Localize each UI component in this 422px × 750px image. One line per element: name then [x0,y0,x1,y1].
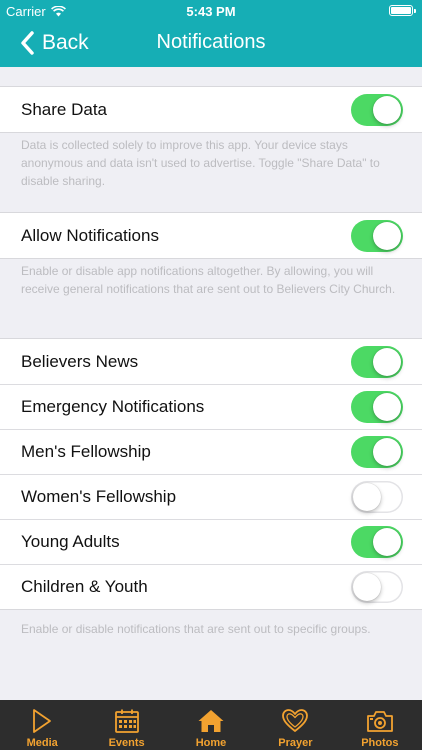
young-adults-toggle[interactable] [351,526,403,558]
play-icon [33,709,52,733]
allow-notifications-group: Allow Notifications [0,212,422,259]
tab-photos[interactable]: Photos [338,700,422,750]
group-label: Emergency Notifications [21,396,205,416]
group-row-womens-fellowship: Women's Fellowship [0,474,422,519]
allow-notifications-toggle[interactable] [351,220,403,252]
battery-icon [389,5,416,16]
camera-icon [366,711,393,732]
tab-label: Events [108,737,145,749]
group-row-children-youth: Children & Youth [0,564,422,609]
share-data-toggle[interactable] [351,94,403,126]
believers-news-toggle[interactable] [351,346,403,378]
tab-home[interactable]: Home [169,700,253,750]
group-row-believers-news: Believers News [0,339,422,384]
tab-label: Media [26,737,58,749]
group-notifications-list: Believers News Emergency Notifications M… [0,338,422,610]
group-label: Men's Fellowship [21,441,151,461]
share-data-description: Data is collected solely to improve this… [21,138,380,188]
group-row-young-adults: Young Adults [0,519,422,564]
group-label: Young Adults [21,531,120,551]
tab-media[interactable]: Media [0,700,84,750]
group-label: Children & Youth [21,576,148,596]
tab-label: Home [195,737,227,749]
allow-notifications-description: Enable or disable app notifications alto… [21,264,396,296]
group-row-mens-fellowship: Men's Fellowship [0,429,422,474]
heart-icon [282,709,309,732]
tab-label: Prayer [278,737,313,749]
tab-bar: Media Events Home Prayer Photos [0,700,422,750]
womens-fellowship-toggle[interactable] [351,481,403,513]
group-row-emergency-notifications: Emergency Notifications [0,384,422,429]
children-youth-toggle[interactable] [351,571,403,603]
mens-fellowship-toggle[interactable] [351,436,403,468]
tab-label: Photos [361,737,399,749]
group-label: Women's Fellowship [21,486,177,506]
status-bar: Carrier 5:43 PM [0,0,422,22]
navigation-bar: Carrier 5:43 PM Back Notifications [0,0,422,67]
back-label: Back [42,31,89,54]
tab-events[interactable]: Events [84,700,168,750]
allow-notifications-row: Allow Notifications [0,213,422,258]
back-button[interactable]: Back [20,28,89,58]
emergency-notifications-toggle[interactable] [351,391,403,423]
status-time: 5:43 PM [186,4,236,19]
group-label: Believers News [21,351,139,371]
home-icon [198,710,224,732]
groups-description: Enable or disable notifications that are… [21,622,371,636]
tab-prayer[interactable]: Prayer [253,700,337,750]
calendar-icon [114,709,139,733]
allow-notifications-label: Allow Notifications [21,225,159,245]
chevron-left-icon [21,31,34,55]
share-data-label: Share Data [21,99,107,119]
share-data-row: Share Data [0,87,422,132]
share-data-group: Share Data [0,86,422,133]
